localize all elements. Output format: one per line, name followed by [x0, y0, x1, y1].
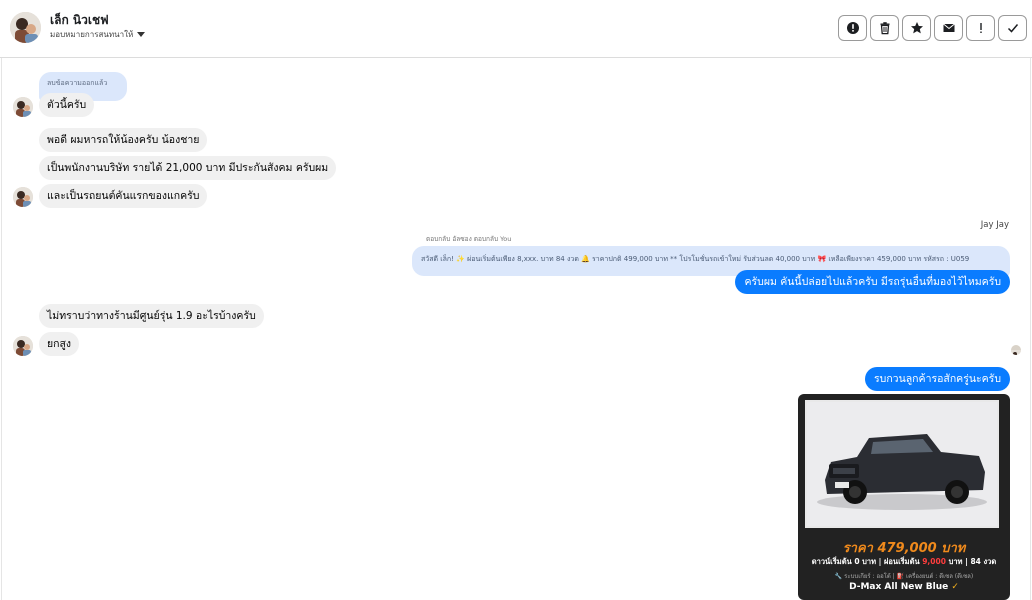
mark-unread-button[interactable]: [934, 15, 963, 41]
model-name: D-Max All New Blue ✓: [849, 582, 959, 592]
exclamation-circle-icon: [846, 22, 859, 34]
action-toolbar: [838, 15, 1027, 41]
car-listing-image[interactable]: ราคา 479,000 บาท ดาวน์เริ่มต้น 0 บาท | ผ…: [798, 394, 1010, 600]
message-thread[interactable]: ลบข้อความออกแล้ว ตัวนี้ครับ พอดี ผมหารถใ…: [0, 58, 1032, 600]
incoming-message[interactable]: เป็นพนักงานบริษัท รายได้ 21,000 บาท มีปร…: [39, 156, 337, 180]
incoming-message[interactable]: และเป็นรถยนต์คันแรกของแกครับ: [39, 184, 208, 208]
sender-name: Jay Jay: [980, 220, 1009, 230]
envelope-icon: [942, 23, 955, 32]
check-icon: [1007, 24, 1018, 33]
conversation-header: เล็ก นิวเชฟ มอบหมายการสนทนาให้: [0, 0, 1032, 58]
truck-photo: [805, 400, 999, 528]
trash-icon: [880, 22, 889, 35]
follow-up-button[interactable]: [966, 15, 995, 41]
mark-spam-button[interactable]: [838, 15, 867, 41]
delete-button[interactable]: [870, 15, 899, 41]
assign-conversation-dropdown[interactable]: มอบหมายการสนทนาให้: [50, 28, 146, 41]
outgoing-message[interactable]: รบกวนลูกค้ารอสักครู่นะครับ: [865, 367, 1010, 391]
incoming-message[interactable]: พอดี ผมหารถให้น้องครับ น้องชาย: [39, 128, 208, 152]
star-icon: [910, 22, 923, 34]
seen-indicator-avatar: [1011, 345, 1021, 355]
verified-check-icon: ✓: [948, 582, 959, 592]
star-button[interactable]: [902, 15, 931, 41]
contact-avatar[interactable]: [10, 12, 41, 43]
incoming-message[interactable]: ยกสูง: [39, 332, 80, 356]
mark-done-button[interactable]: [998, 15, 1027, 41]
incoming-message[interactable]: ตัวนี้ครับ: [39, 93, 95, 117]
spec-line: 🔧 ระบบเกียร์ : ออโต้ | ⛽ เครื่องยนต์ : ด…: [834, 573, 974, 580]
reply-context-label: ตอบกลับ อัลซอง ตอบกลับ You: [426, 235, 512, 243]
caret-down-icon: [137, 32, 146, 37]
outgoing-message[interactable]: ครับผม คันนี้ปล่อยไปแล้วครับ มีรถรุ่นอื่…: [735, 270, 1010, 294]
contact-avatar-small: [13, 336, 33, 356]
assign-label: มอบหมายการสนทนาให้: [50, 30, 134, 39]
incoming-message[interactable]: ไม่ทราบว่าทางร้านมีศูนย์รุ่น 1.9 อะไรบ้า…: [39, 304, 264, 328]
contact-avatar-small: [13, 97, 33, 117]
exclamation-icon: [979, 23, 982, 33]
finance-terms: ดาวน์เริ่มต้น 0 บาท | ผ่อนเริ่มต้น 9,000…: [811, 557, 997, 566]
price-label: ราคา 479,000 บาท: [842, 541, 966, 556]
contact-avatar-small: [13, 187, 33, 207]
